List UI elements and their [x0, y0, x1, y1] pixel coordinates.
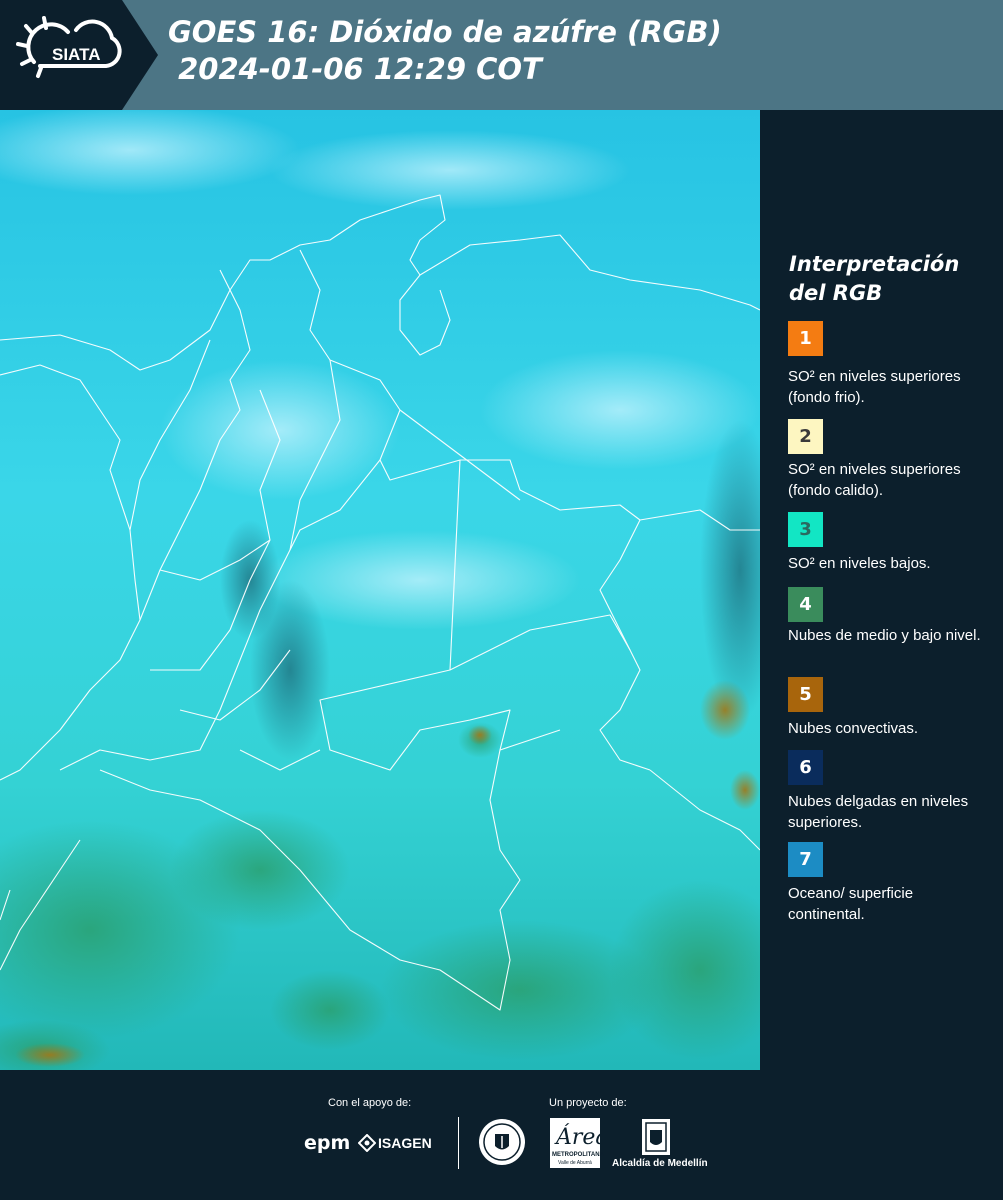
legend-label-5: Nubes convectivas.: [788, 720, 919, 737]
legend-label-3: SO² en niveles bajos.: [788, 555, 931, 572]
footer: Con el apoyo de: Un proyecto de: epm ISA…: [0, 1070, 1003, 1200]
page-title: GOES 16: Dióxido de azúfre (RGB) 2024-01…: [168, 14, 722, 88]
legend-swatch-5: 5: [788, 677, 823, 712]
legend-swatch-3: 3: [788, 512, 823, 547]
support-caption: Con el apoyo de:: [328, 1097, 412, 1109]
isagen-icon: [357, 1133, 377, 1153]
legend-label-7: Oceano/ superficie continental.: [788, 885, 914, 923]
svg-text:Área: Área: [554, 1123, 600, 1150]
satellite-map[interactable]: [0, 110, 760, 1070]
legend-swatch-2: 2: [788, 419, 823, 454]
project-caption: Un proyecto de:: [549, 1097, 627, 1109]
legend-swatch-1: 1: [788, 321, 823, 356]
seal-icon: [478, 1118, 526, 1166]
header-bar: SIATA GOES 16: Dióxido de azúfre (RGB) 2…: [0, 0, 1003, 110]
legend-label-1: SO² en niveles superiores (fondo frio).: [788, 368, 961, 406]
satellite-imagery: [0, 110, 760, 1070]
metro-sublabel: Valle de Aburrá: [558, 1160, 592, 1166]
alcaldia-label: Alcaldía de Medellín: [612, 1158, 708, 1169]
legend-label-2: SO² en niveles superiores (fondo calido)…: [788, 461, 961, 499]
epm-logo: epm: [304, 1132, 351, 1154]
area-metropolitana-logo: Área METROPOLITANA Valle de Aburrá: [550, 1118, 609, 1168]
legend-label-6: Nubes delgadas en niveles superiores.: [788, 793, 969, 831]
legend-label-4: Nubes de medio y bajo nivel.: [788, 627, 981, 644]
footer-divider: [458, 1117, 459, 1169]
title-line-1: GOES 16: Dióxido de azúfre (RGB): [168, 15, 722, 49]
title-line-2: 2024-01-06 12:29 COT: [168, 52, 542, 86]
isagen-logo: ISAGEN: [378, 1135, 432, 1151]
legend-swatch-6: 6: [788, 750, 823, 785]
metro-label: METROPOLITANA: [552, 1152, 604, 1158]
alcaldia-shield-icon: [641, 1118, 671, 1156]
legend-swatch-4: 4: [788, 587, 823, 622]
logo-text: SIATA: [52, 45, 100, 64]
legend-panel: Interpretación del RGB 1 SO² en niveles …: [760, 110, 1003, 1070]
legend-title: Interpretación del RGB: [789, 252, 960, 305]
legend-swatch-7: 7: [788, 842, 823, 877]
logo-panel: SIATA: [0, 0, 158, 110]
